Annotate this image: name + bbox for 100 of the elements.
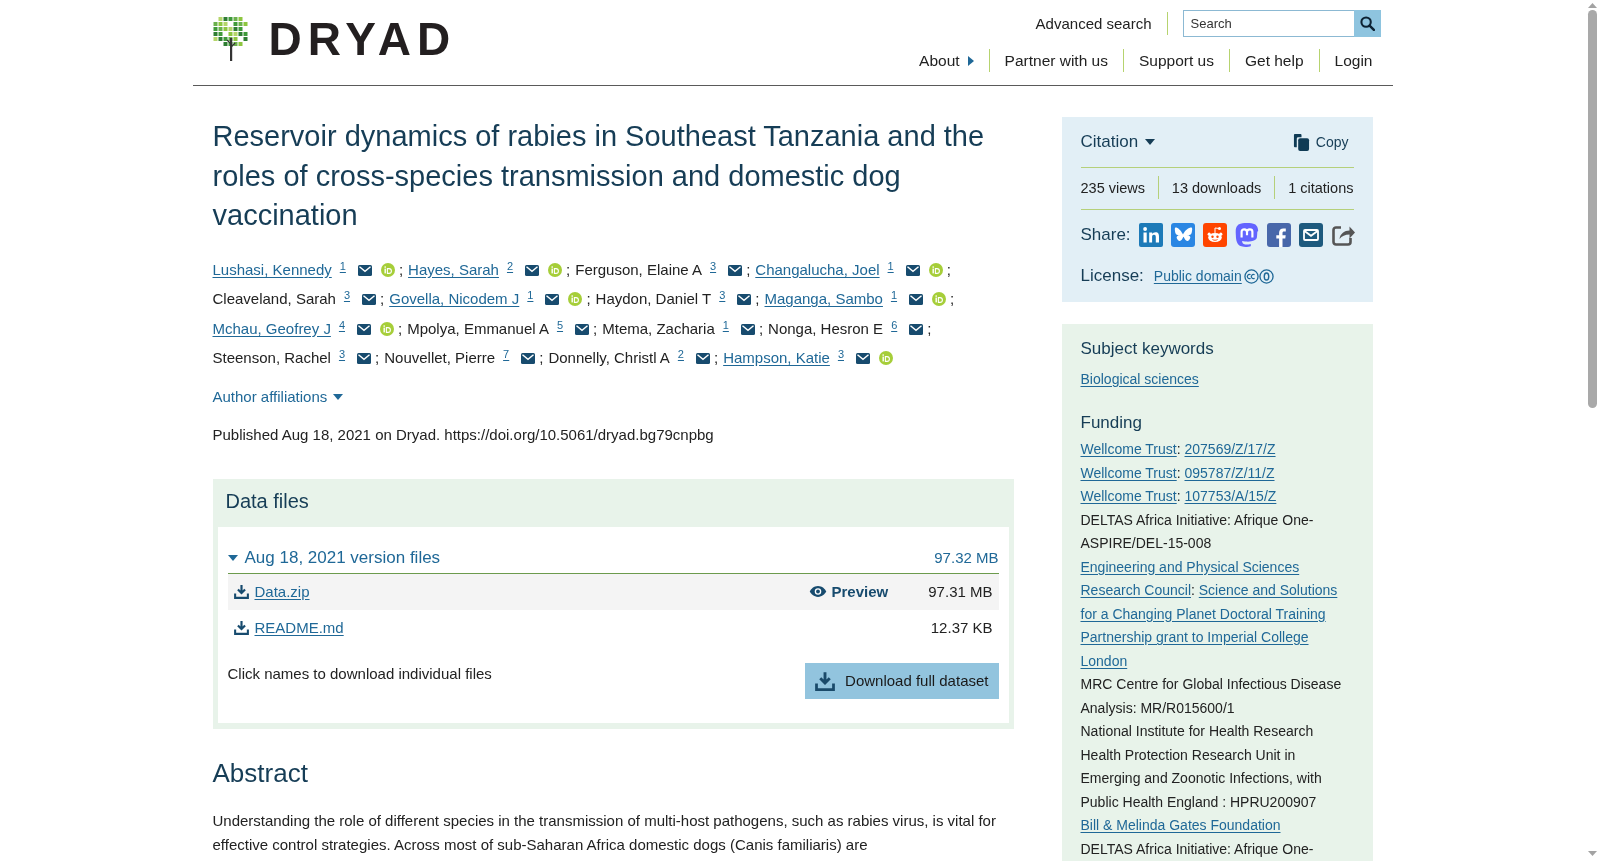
affiliation-link[interactable]: 7 <box>503 348 510 360</box>
search-button[interactable] <box>1353 10 1381 37</box>
license-link[interactable]: Public domain <box>1153 268 1242 284</box>
mail-icon[interactable] <box>545 294 560 305</box>
download-button[interactable]: Download full dataset <box>805 662 999 699</box>
author-link[interactable]: Lushasi, Kennedy <box>212 260 332 278</box>
download-hint: Click names to download individual files <box>227 663 492 684</box>
affiliation-link[interactable]: 6 <box>891 318 898 331</box>
affiliation-link[interactable]: 5 <box>556 318 564 331</box>
version-size: 97.32 MB <box>934 549 999 566</box>
separator: ; <box>398 319 403 337</box>
nav-link[interactable]: Support us <box>1139 49 1214 72</box>
funding-link[interactable]: 107753/A/15/Z <box>1184 488 1277 504</box>
mail-icon[interactable] <box>905 264 920 276</box>
funding-link[interactable]: Wellcome Trust <box>1080 488 1177 504</box>
author-link[interactable]: Changalucha, Joel <box>755 260 880 278</box>
mail-icon[interactable] <box>357 353 372 364</box>
affiliation-link[interactable]: 1 <box>527 289 534 301</box>
affiliation-link[interactable]: 1 <box>339 259 346 272</box>
file-size: 12.37 KB <box>930 619 993 636</box>
scrollbar-thumb[interactable] <box>1588 10 1597 408</box>
nav-link[interactable]: Partner with us <box>1004 49 1108 72</box>
funding-link[interactable]: Bill & Melinda Gates Foundation <box>1080 817 1281 833</box>
separator: ; <box>380 290 385 307</box>
stat-text: 13 downloads <box>1171 178 1262 198</box>
affiliation-link[interactable]: 4 <box>338 318 345 331</box>
version-toggle[interactable]: Aug 18, 2021 version files <box>227 547 441 568</box>
affiliation-link[interactable]: 2 <box>677 348 684 360</box>
share-icon[interactable] <box>1330 223 1355 247</box>
affiliation-link[interactable]: 1 <box>890 289 898 301</box>
affiliation-link[interactable]: 3 <box>719 289 726 301</box>
affiliation-link[interactable]: 2 <box>506 259 514 272</box>
mail-icon[interactable] <box>740 323 755 335</box>
affiliation-link[interactable]: 1 <box>722 318 729 331</box>
reddit-icon[interactable] <box>1202 223 1227 247</box>
separator: ; <box>713 349 719 366</box>
funding-link[interactable]: Wellcome Trust <box>1080 441 1177 457</box>
author-name: Donnelly, Christl A <box>548 349 670 366</box>
butterfly-icon[interactable] <box>1170 223 1195 247</box>
linkedin-icon[interactable] <box>1138 223 1163 247</box>
nav-link[interactable]: Get help <box>1244 49 1304 72</box>
mail-icon[interactable] <box>856 353 870 364</box>
author-link[interactable]: Hayes, Sarah <box>408 260 499 278</box>
author-link[interactable]: Hampson, Katie <box>723 349 830 366</box>
logo-wordmark[interactable]: DRYAD <box>268 17 457 61</box>
funding-link[interactable]: Wellcome Trust <box>1080 464 1177 481</box>
affiliations-toggle[interactable]: Author affiliations <box>212 384 344 409</box>
mail-icon[interactable] <box>909 294 924 305</box>
separator: ; <box>375 349 380 366</box>
funding-link[interactable]: 095787/Z/11/Z <box>1184 464 1275 481</box>
affiliation-link[interactable]: 3 <box>338 348 346 360</box>
copy-button[interactable]: Copy <box>1292 132 1349 152</box>
separator: ; <box>566 260 571 278</box>
mail-icon[interactable] <box>362 294 377 305</box>
funding-link[interactable]: 207569/Z/17/Z <box>1184 441 1276 457</box>
funding-text: : <box>1176 464 1181 481</box>
mail-icon[interactable] <box>728 264 743 276</box>
mail-icon[interactable] <box>909 323 924 335</box>
download-icon[interactable] <box>233 620 249 635</box>
separator: ; <box>758 319 764 337</box>
separator: ; <box>746 260 751 278</box>
affiliation-link[interactable]: 3 <box>837 348 844 360</box>
author-name: Mtema, Zacharia <box>602 319 715 337</box>
mail-icon[interactable] <box>357 323 371 335</box>
funding-text: National Institute for Health Research Health Protection Research Unit in Emerging and Zoonotic Infections, with Public Health England : HPRU200907 <box>1080 723 1322 810</box>
funding-heading: Funding <box>1080 412 1143 434</box>
affiliation-link[interactable]: 3 <box>710 259 717 272</box>
search-field[interactable]: Search <box>1182 10 1354 37</box>
file-link[interactable]: README.md <box>254 619 344 636</box>
download-icon[interactable] <box>233 584 249 599</box>
citation-toggle[interactable]: Citation <box>1080 132 1156 152</box>
file-link[interactable]: Data.zip <box>254 583 310 600</box>
author-link[interactable]: Govella, Nicodem J <box>389 290 520 307</box>
author-link[interactable]: Mchau, Geofrey J <box>212 319 331 337</box>
stat-text: 235 views <box>1080 178 1145 198</box>
abstract-heading: Abstract <box>212 756 309 789</box>
mail-icon[interactable] <box>575 323 590 335</box>
advanced-search-link[interactable]: Advanced search <box>1035 12 1152 35</box>
tree-logo-icon[interactable] <box>212 17 249 61</box>
mail-icon[interactable] <box>521 353 536 364</box>
author-link[interactable]: Maganga, Sambo <box>764 290 883 307</box>
author-name: Ferguson, Elaine A <box>575 260 702 278</box>
mastodon-icon[interactable] <box>1234 223 1259 247</box>
affiliation-link[interactable]: 3 <box>343 289 351 301</box>
keyword-link[interactable]: Biological sciences <box>1080 368 1199 391</box>
separator: ; <box>950 290 955 307</box>
mail-icon[interactable] <box>525 264 540 276</box>
nav-link[interactable]: Login <box>1334 49 1373 72</box>
nav-link[interactable]: About <box>919 49 974 72</box>
funding-entry[interactable]: Engineering and Physical Sciences Research Council: Science and Solutions for a Changing Planet Doctoral Training Partnership grant to Imperial College London <box>1080 555 1354 673</box>
mail-icon[interactable] <box>737 294 752 305</box>
funding-text: DELTAS Africa Initiative: Afrique One- <box>1080 840 1314 857</box>
facebook-icon[interactable] <box>1266 223 1291 247</box>
mail-icon[interactable] <box>695 353 710 364</box>
file-size: 97.31 MB <box>928 583 993 600</box>
mail-icon[interactable] <box>357 264 372 276</box>
preview-link[interactable]: Preview <box>808 583 889 600</box>
affiliation-link[interactable]: 1 <box>887 259 894 272</box>
email-icon[interactable] <box>1298 223 1323 247</box>
published-text: Published Aug 18, 2021 on Dryad. https://doi.org/10.5061/dryad.bg79cnpbg <box>212 424 715 445</box>
